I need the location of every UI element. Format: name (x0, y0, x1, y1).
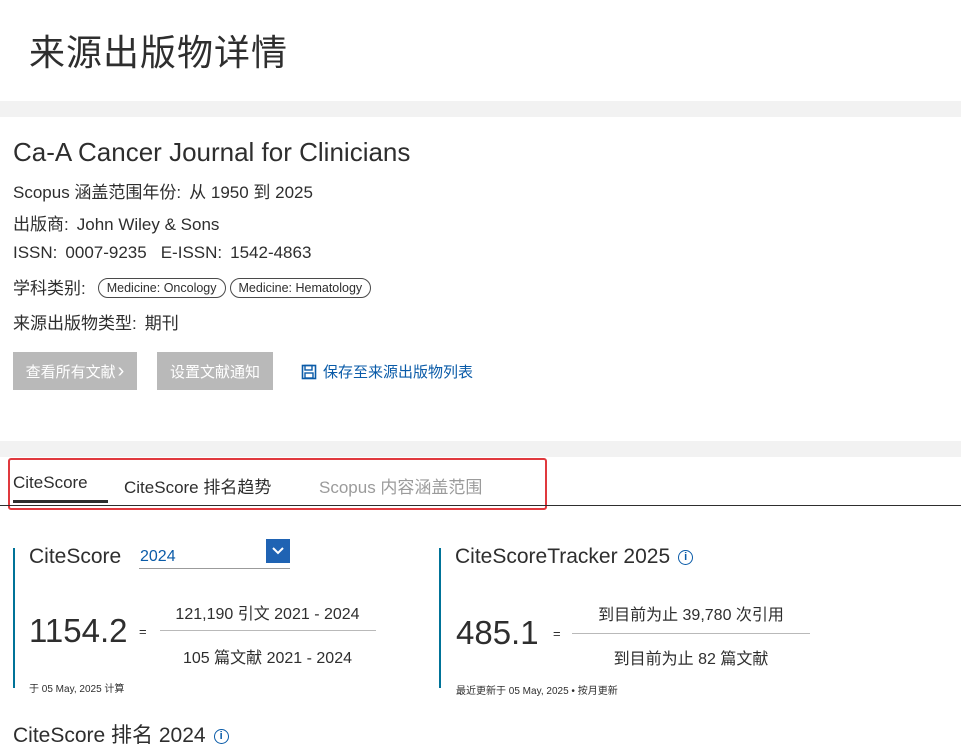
source-type-value: 期刊 (144, 314, 179, 333)
active-tab-indicator (13, 500, 108, 503)
citescore-year-select[interactable]: 2024 (139, 539, 290, 569)
fraction-line (160, 630, 376, 631)
page-title: 来源出版物详情 (29, 32, 289, 73)
view-all-documents-button[interactable]: 查看所有文献 › (13, 352, 137, 390)
eissn-label: E-ISSN: (160, 243, 223, 262)
view-all-label: 查看所有文献 (25, 363, 116, 381)
journal-title: Ca-A Cancer Journal for Clinicians (13, 137, 411, 167)
rank-title-text: CiteScore 排名 2024 (13, 724, 206, 747)
coverage-row: Scopus 涵盖范围年份: 从 1950 到 2025 (13, 178, 313, 203)
section-divider (0, 101, 961, 117)
citescore-numerator: 121,190 引文 2021 - 2024 (175, 606, 360, 623)
coverage-value: 从 1950 到 2025 (189, 183, 313, 202)
save-link-label: 保存至来源出版物列表 (323, 364, 474, 381)
publisher-row: 出版商: John Wiley & Sons (13, 210, 219, 235)
info-icon[interactable]: i (678, 549, 694, 565)
subject-chip-oncology[interactable]: Medicine: Oncology (97, 278, 226, 298)
equals-sign: = (553, 626, 561, 641)
subject-chip-hematology[interactable]: Medicine: Hematology (229, 278, 372, 298)
source-type-label: 来源出版物类型: (13, 314, 137, 333)
chevron-right-icon: › (117, 359, 125, 382)
tracker-accent-bar (439, 548, 441, 688)
issn-row: ISSN: 0007-9235 E-ISSN: 1542-4863 (13, 243, 311, 263)
save-icon (301, 364, 317, 379)
subject-label: 学科类别: (13, 279, 86, 298)
publisher-value: John Wiley & Sons (76, 215, 220, 234)
citescore-calc-note: 于 05 May, 2025 计算 (29, 684, 125, 695)
coverage-label: Scopus 涵盖范围年份: (13, 183, 182, 202)
tabs-divider (0, 505, 961, 506)
save-to-source-list-link[interactable]: 保存至来源出版物列表 (301, 361, 473, 382)
set-alert-label: 设置文献通知 (169, 363, 260, 381)
citescore-title: CiteScore (29, 545, 122, 568)
citescore-accent-bar (13, 548, 15, 688)
section-divider (0, 441, 961, 457)
chevron-down-icon[interactable] (266, 539, 290, 563)
issn-label: ISSN: (13, 243, 58, 262)
citescore-value: 1154.2 (29, 612, 128, 649)
set-document-alert-button[interactable]: 设置文献通知 (157, 352, 273, 390)
citescore-denominator: 105 篇文献 2021 - 2024 (183, 650, 352, 667)
source-type-row: 来源出版物类型: 期刊 (13, 309, 179, 334)
fraction-line (572, 633, 810, 634)
citescore-tracker-title: CiteScoreTracker 2025 i (455, 545, 694, 569)
year-select-value: 2024 (140, 548, 176, 565)
eissn-value: 1542-4863 (230, 243, 312, 262)
tab-citescore[interactable]: CiteScore (13, 473, 88, 493)
tracker-value: 485.1 (456, 614, 539, 651)
tracker-title-text: CiteScoreTracker 2025 (455, 545, 671, 568)
citescore-rank-title: CiteScore 排名 2024 i (13, 719, 229, 749)
equals-sign: = (139, 624, 147, 639)
tracker-update-note: 最近更新于 05 May, 2025 • 按月更新 (456, 686, 618, 697)
info-icon[interactable]: i (213, 728, 229, 744)
tab-scopus-coverage[interactable]: Scopus 内容涵盖范围 (319, 473, 482, 498)
tracker-denominator: 到目前为止 82 篇文献 (613, 651, 769, 668)
issn-value: 0007-9235 (65, 243, 147, 262)
publisher-label: 出版商: (13, 215, 69, 234)
tab-citescore-rank-trend[interactable]: CiteScore 排名趋势 (124, 473, 271, 498)
tracker-numerator: 到目前为止 39,780 次引用 (598, 607, 784, 624)
subject-row: 学科类别: Medicine: Oncology Medicine: Hematol… (13, 274, 372, 299)
